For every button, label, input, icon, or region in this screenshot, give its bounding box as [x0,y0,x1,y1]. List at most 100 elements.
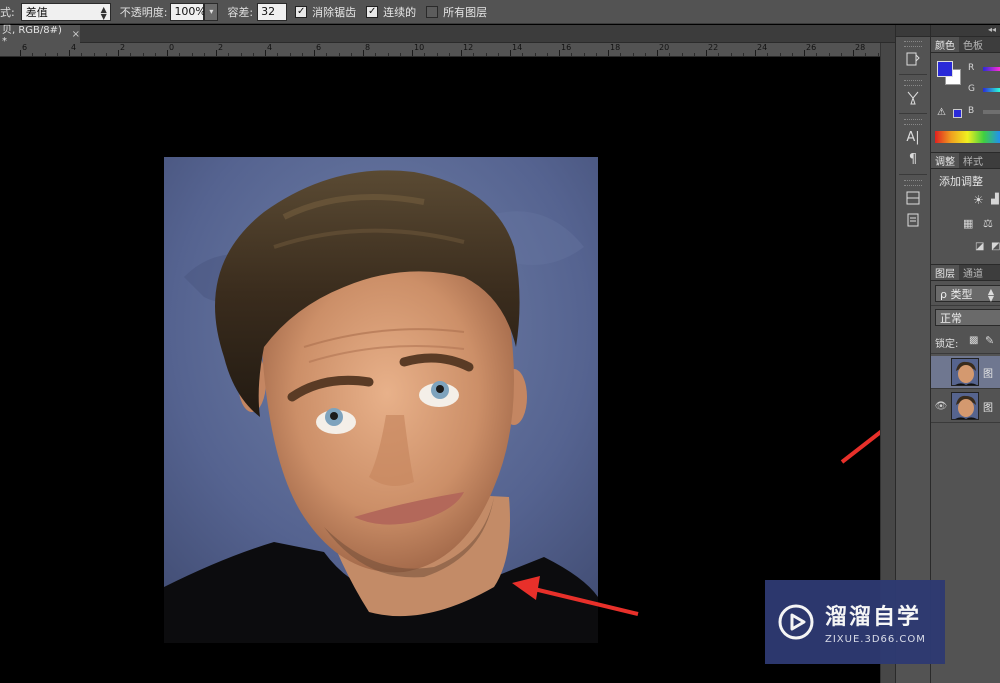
horizontal-ruler: 6 4 2 0 2 4 6 8 10 12 14 16 18 20 22 24 26 28 [0,43,880,57]
close-icon[interactable]: × [72,29,80,40]
opacity-field[interactable]: 100% [170,2,206,21]
ruler-label: 18 [610,43,621,52]
ruler-minor-tick [840,53,842,56]
eye-icon[interactable]: 👁 [931,401,951,412]
document-tab-bar: 贝, RGB/8#) * × [0,25,895,47]
ruler-label: 12 [463,43,474,52]
ruler-minor-tick [546,53,548,56]
ruler-label: 20 [659,43,670,52]
ruler-major-tick [608,50,609,56]
ruler-minor-tick [448,53,450,56]
notes-icon[interactable] [900,210,926,230]
grip-icon[interactable] [904,80,922,86]
ruler-label: 0 [169,43,175,52]
b-slider[interactable] [983,110,1000,114]
watermark-title: 溜溜自学 [825,605,922,630]
tab-channels[interactable]: 通道 [959,265,987,280]
ruler-minor-tick [375,53,377,56]
ruler-minor-tick [877,53,879,56]
grip-icon[interactable] [904,180,922,186]
ruler-minor-tick [399,53,401,56]
layer-comps-icon[interactable] [900,188,926,208]
collapse-icon[interactable]: ◂◂ [988,25,996,34]
adjustments-panel: 调整 样式 添加调整 ☀ ▟ ▦ ⚖ ◪ ◩ [931,152,1000,264]
lock-transparent-icon[interactable]: ▩ [969,335,978,346]
ruler-minor-tick [424,53,426,56]
contiguous-checkbox[interactable]: ✓ 连续的 [366,4,416,20]
ruler-minor-tick [301,53,303,56]
ruler-minor-tick [277,53,279,56]
ruler-minor-tick [154,53,156,56]
layer-row-selected[interactable]: 图 [931,356,1000,389]
threshold-icon[interactable]: ◩ [991,241,1000,252]
gamut-swatch[interactable] [953,109,962,118]
ruler-minor-tick [669,53,671,56]
ruler-major-tick [216,50,217,56]
mode-select[interactable]: 差值 ▲ ▼ [20,2,111,21]
g-slider[interactable] [983,88,1000,92]
updown-icon: ▲ ▼ [100,4,107,21]
brush-presets-icon[interactable] [900,88,926,108]
updown-icon: ▲ ▼ [987,287,994,303]
ruler-minor-tick [730,53,732,56]
watermark-subtitle: ZIXUE.3D66.COM [825,634,926,645]
check-icon: ✓ [366,5,379,18]
ruler-minor-tick [130,53,132,56]
ruler-minor-tick [620,53,622,56]
tab-adjustments[interactable]: 调整 [931,153,959,168]
ruler-minor-tick [32,53,34,56]
antialias-label: 消除锯齿 [312,5,357,19]
brightness-icon[interactable]: ☀ [973,193,984,207]
photoshop-window: 式: 差值 ▲ ▼ 不透明度: 100% ▾ 容差: 32 ✓ 消除锯齿 ✓ 连续… [0,0,1000,683]
layer-name: 图 [983,368,993,380]
grip-icon[interactable] [904,119,922,125]
ruler-major-tick [657,50,658,56]
adjust-panel-tabs: 调整 样式 [931,153,1000,169]
antialias-checkbox[interactable]: ✓ 消除锯齿 [295,4,356,20]
tab-layers[interactable]: 图层 [931,265,959,280]
invert-icon[interactable]: ◪ [975,241,984,252]
all-layers-checkbox[interactable]: 所有图层 [426,4,487,20]
tab-color[interactable]: 颜色 [931,37,959,52]
opacity-dropdown-icon[interactable]: ▾ [204,2,219,21]
blend-mode-select[interactable]: 正常 [935,309,1000,326]
paragraph-icon[interactable]: ¶ [900,149,926,169]
portrait-photo [164,157,598,643]
canvas-area[interactable] [0,58,895,683]
panels-top-grip[interactable]: ◂◂ [931,25,1000,37]
grip-icon[interactable] [904,41,922,47]
ruler-minor-tick [228,53,230,56]
levels-icon[interactable]: ▟ [991,194,999,205]
ruler-minor-tick [81,53,83,56]
channel-b-label: B [968,106,975,116]
layer-filter-select[interactable]: ρ 类型 ▲ ▼ [935,285,1000,303]
r-slider[interactable] [983,67,1000,71]
color-ramp[interactable] [935,131,1000,143]
layer-filter-label: ρ 类型 [940,287,973,301]
ruler-label: 4 [267,43,273,52]
divider [899,113,927,114]
tab-swatches[interactable]: 色板 [959,37,987,52]
ruler-major-tick [363,50,364,56]
ruler-minor-tick [865,53,867,56]
layer-thumbnail [951,358,979,386]
blend-mode-value: 正常 [940,311,962,325]
ruler-minor-tick [485,53,487,56]
ruler-label: 14 [512,43,523,52]
document-tab[interactable]: 贝, RGB/8#) * × [0,25,80,47]
tolerance-field[interactable]: 32 [257,2,288,21]
ruler-minor-tick [767,53,769,56]
character-icon[interactable]: A| [900,127,926,147]
ruler-minor-tick [828,53,830,56]
ruler-minor-tick [742,53,744,56]
lock-paint-icon[interactable]: ✎ [985,334,994,347]
ruler-minor-tick [44,53,46,56]
vibrance-icon[interactable]: ▦ [963,217,973,230]
ruler-major-tick [118,50,119,56]
history-icon[interactable] [900,49,926,69]
ruler-minor-tick [632,53,634,56]
layer-row[interactable]: 👁 图 [931,390,1000,423]
foreground-color-swatch[interactable] [937,61,953,77]
balance-icon[interactable]: ⚖ [983,217,993,230]
tab-styles[interactable]: 样式 [959,153,987,168]
